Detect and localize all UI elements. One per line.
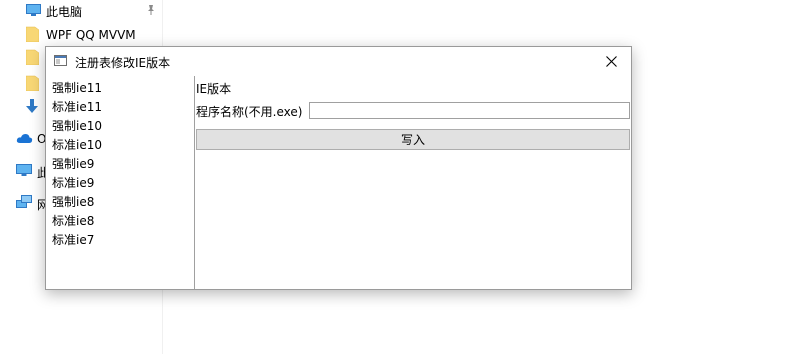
nav-item-network[interactable]: 网 bbox=[0, 192, 49, 214]
nav-item-this-pc-2[interactable]: 此 bbox=[0, 160, 49, 182]
onedrive-cloud-icon bbox=[16, 133, 33, 147]
nav-item-downloads[interactable] bbox=[0, 96, 45, 118]
folder-icon bbox=[25, 26, 40, 45]
close-icon bbox=[605, 56, 617, 67]
nav-item-label: 此电脑 bbox=[46, 5, 83, 19]
network-icon bbox=[16, 195, 32, 213]
list-item-standard-ie8[interactable]: 标准ie8 bbox=[52, 212, 94, 231]
program-name-input[interactable] bbox=[309, 102, 630, 119]
list-item-force-ie9[interactable]: 强制ie9 bbox=[52, 155, 94, 174]
computer-icon bbox=[26, 4, 41, 20]
nav-item-this-pc[interactable]: 此电脑 bbox=[0, 0, 162, 22]
computer-icon bbox=[16, 164, 32, 180]
nav-item-folder[interactable] bbox=[0, 46, 45, 68]
write-button[interactable]: 写入 bbox=[196, 129, 630, 150]
ie-version-dialog: 注册表修改IE版本 强制ie11 标准ie11 强制ie10 标准ie10 强制… bbox=[45, 46, 632, 290]
list-item-force-ie11[interactable]: 强制ie11 bbox=[52, 79, 102, 98]
program-name-label: 程序名称(不用.exe) bbox=[196, 105, 303, 119]
folder-icon bbox=[25, 75, 40, 94]
nav-item-onedrive[interactable]: O bbox=[0, 128, 46, 150]
pin-icon[interactable] bbox=[146, 4, 156, 19]
list-item-force-ie10[interactable]: 强制ie10 bbox=[52, 117, 102, 136]
list-item-standard-ie11[interactable]: 标准ie11 bbox=[52, 98, 102, 117]
settings-panel: IE版本 程序名称(不用.exe) 写入 bbox=[196, 76, 631, 289]
close-button[interactable] bbox=[591, 47, 631, 76]
list-item-standard-ie10[interactable]: 标准ie10 bbox=[52, 136, 102, 155]
app-window-icon bbox=[54, 55, 67, 66]
list-item-standard-ie7[interactable]: 标准ie7 bbox=[52, 231, 94, 250]
nav-item-wpf-folder[interactable]: WPF QQ MVVM bbox=[0, 23, 162, 45]
title-bar[interactable]: 注册表修改IE版本 bbox=[46, 47, 631, 76]
download-arrow-icon bbox=[25, 99, 39, 118]
nav-item-label: WPF QQ MVVM bbox=[46, 28, 136, 42]
list-item-standard-ie9[interactable]: 标准ie9 bbox=[52, 174, 94, 193]
list-item-force-ie8[interactable]: 强制ie8 bbox=[52, 193, 94, 212]
ie-version-list[interactable]: 强制ie11 标准ie11 强制ie10 标准ie10 强制ie9 标准ie9 … bbox=[46, 76, 195, 289]
folder-icon bbox=[25, 49, 40, 68]
window-title: 注册表修改IE版本 bbox=[75, 56, 171, 70]
nav-item-folder[interactable] bbox=[0, 72, 45, 94]
ie-version-label: IE版本 bbox=[196, 82, 232, 96]
